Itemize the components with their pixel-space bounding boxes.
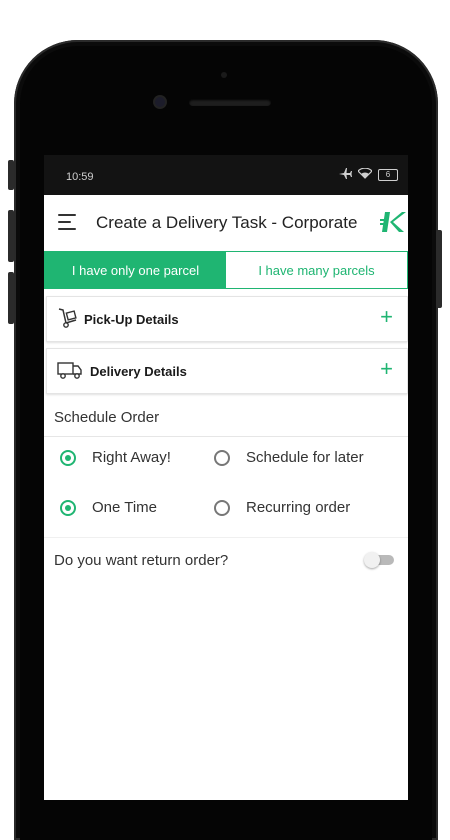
radio-selected-icon	[60, 449, 76, 466]
radio-label: One Time	[92, 499, 158, 516]
status-time: 10:59	[66, 171, 94, 183]
brand-k-logo-icon	[380, 212, 406, 232]
radio-unselected-icon	[214, 499, 230, 516]
status-bar: 10:59 6	[44, 155, 408, 195]
airplane-icon	[339, 168, 352, 182]
app-screen: 10:59 6 Create a Delivery Task - Corpora…	[44, 155, 408, 800]
radio-right-away[interactable]: Right Away!	[60, 449, 171, 466]
radio-unselected-icon	[214, 449, 230, 466]
volume-button	[8, 210, 14, 262]
schedule-divider	[44, 436, 408, 437]
delivery-truck-icon	[57, 362, 82, 379]
front-camera	[155, 97, 165, 107]
proximity-sensor	[221, 72, 227, 78]
pickup-details-label: Pick-Up Details	[84, 312, 179, 327]
tab-one-parcel[interactable]: I have only one parcel	[45, 252, 226, 288]
radio-one-time[interactable]: One Time	[60, 499, 157, 516]
toggle-thumb	[364, 552, 380, 568]
hand-truck-icon	[58, 308, 77, 328]
radio-selected-icon	[60, 499, 76, 516]
frequency-radio-group: One Time Recurring order	[44, 489, 408, 529]
volume-button	[8, 272, 14, 324]
radio-label: Recurring order	[246, 499, 351, 516]
return-order-label: Do you want return order?	[54, 552, 229, 569]
hamburger-menu-icon[interactable]	[58, 214, 76, 230]
app-bar: Create a Delivery Task - Corporate	[44, 195, 408, 251]
radio-label: Schedule for later	[246, 449, 364, 466]
radio-label: Right Away!	[92, 449, 171, 466]
page-title: Create a Delivery Task - Corporate	[96, 213, 358, 232]
return-order-toggle[interactable]	[364, 552, 394, 568]
parcel-count-tabs: I have only one parcel I have many parce…	[44, 251, 408, 289]
delivery-details-section[interactable]: Delivery Details +	[46, 348, 408, 394]
wifi-icon	[357, 167, 373, 182]
earpiece-speaker	[189, 99, 271, 106]
expand-pickup-plus-icon[interactable]: +	[380, 305, 393, 329]
battery-icon: 6	[378, 169, 398, 181]
power-button	[436, 230, 442, 308]
schedule-order-title: Schedule Order	[54, 409, 160, 426]
return-divider	[44, 537, 408, 538]
pickup-details-section[interactable]: Pick-Up Details +	[46, 296, 408, 342]
expand-delivery-plus-icon[interactable]: +	[380, 357, 393, 381]
radio-schedule-later[interactable]: Schedule for later	[214, 449, 364, 466]
radio-recurring-order[interactable]: Recurring order	[214, 499, 350, 516]
status-icons: 6	[339, 167, 398, 182]
delivery-details-label: Delivery Details	[90, 364, 187, 379]
timing-radio-group: Right Away! Schedule for later	[44, 439, 408, 479]
tab-many-parcels[interactable]: I have many parcels	[226, 252, 407, 288]
volume-button	[8, 160, 14, 190]
